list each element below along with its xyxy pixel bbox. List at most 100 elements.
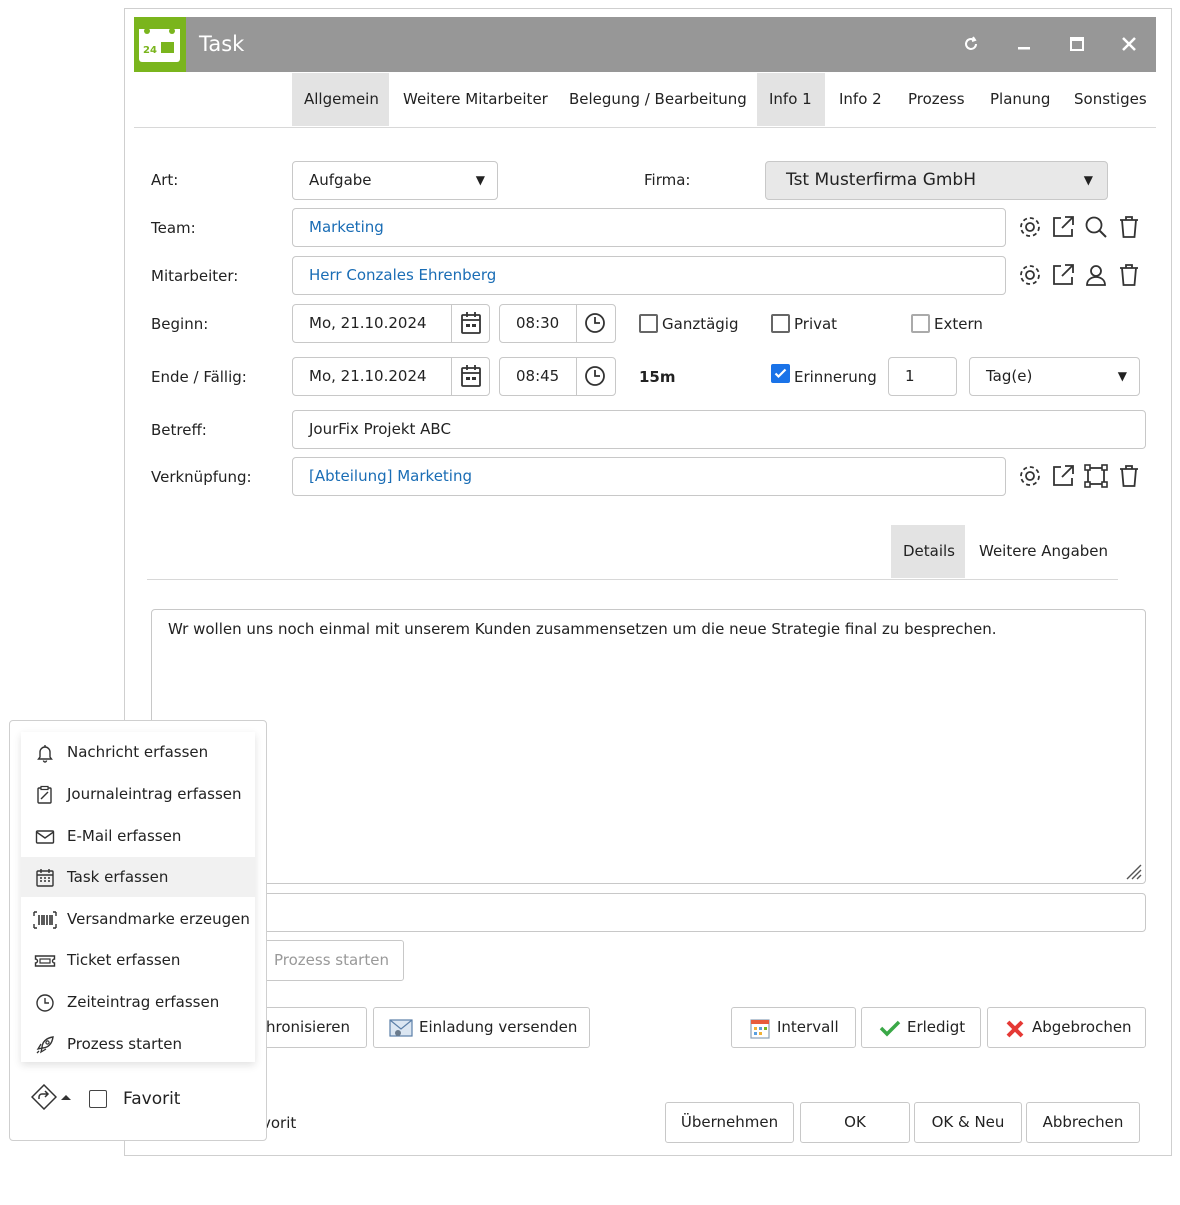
privat-checkbox[interactable] — [771, 314, 790, 333]
gear-icon[interactable] — [1017, 214, 1043, 240]
intervall-button[interactable]: Intervall — [731, 1007, 856, 1048]
caret-up-icon[interactable] — [60, 1093, 72, 1101]
extra-input[interactable] — [200, 893, 1146, 932]
menu-item-versandmarke[interactable]: Versandmarke erzeugen — [21, 899, 255, 939]
mitarbeiter-field[interactable]: Herr Conzales Ehrenberg — [292, 256, 1006, 295]
tab-planung[interactable]: Planung — [978, 73, 1062, 126]
maximize-button[interactable] — [1060, 27, 1094, 61]
art-select[interactable]: Aufgabe ▼ — [292, 161, 498, 200]
external-link-icon[interactable] — [1050, 262, 1076, 288]
refresh-button[interactable] — [954, 27, 988, 61]
gear-icon[interactable] — [1017, 262, 1043, 288]
beginn-time-value: 08:30 — [516, 314, 560, 332]
clock-icon[interactable] — [584, 312, 606, 334]
gear-icon[interactable] — [1017, 463, 1043, 489]
verknuepfung-field[interactable]: [Abteilung] Marketing — [292, 457, 1006, 496]
firma-label: Firma: — [644, 171, 691, 189]
checkmark-icon — [774, 368, 787, 379]
trash-icon[interactable] — [1116, 262, 1142, 288]
firma-select[interactable]: Tst Musterfirma GmbH ▼ — [765, 161, 1108, 200]
erinnerung-checkbox[interactable] — [771, 364, 790, 383]
favorit-checkbox[interactable] — [89, 1090, 107, 1108]
menu-item-label: Task erfassen — [67, 868, 169, 886]
beginn-label: Beginn: — [151, 315, 209, 333]
beginn-date-value: Mo, 21.10.2024 — [309, 314, 427, 332]
barcode-icon — [33, 911, 57, 929]
menu-item-email[interactable]: E-Mail erfassen — [21, 816, 255, 856]
calendar-icon[interactable] — [460, 311, 482, 335]
envelope-icon — [389, 1019, 413, 1037]
extern-checkbox[interactable] — [911, 314, 930, 333]
calendar-icon[interactable] — [460, 364, 482, 388]
ok-button[interactable]: OK — [800, 1102, 910, 1143]
team-field[interactable]: Marketing — [292, 208, 1006, 247]
divider — [451, 304, 452, 343]
ok-neu-button[interactable]: OK & Neu — [914, 1102, 1022, 1143]
mitarbeiter-label: Mitarbeiter: — [151, 267, 239, 285]
menu-item-label: Zeiteintrag erfassen — [67, 993, 220, 1011]
external-link-icon[interactable] — [1050, 463, 1076, 489]
app-calendar-icon: 24 — [134, 17, 186, 72]
search-icon[interactable] — [1083, 214, 1109, 240]
select-frame-icon[interactable] — [1083, 463, 1109, 489]
clock-icon[interactable] — [584, 365, 606, 387]
art-label: Art: — [151, 171, 179, 189]
mail-icon — [35, 830, 55, 844]
trash-icon[interactable] — [1116, 463, 1142, 489]
tab-belegung-bearbeitung[interactable]: Belegung / Bearbeitung — [557, 73, 759, 126]
share-diamond-icon[interactable] — [31, 1084, 57, 1110]
ganztaegig-label: Ganztägig — [662, 315, 739, 333]
tab-info-2[interactable]: Info 2 — [827, 73, 894, 126]
team-label: Team: — [151, 219, 196, 237]
ganztaegig-checkbox[interactable] — [639, 314, 658, 333]
ende-time-value: 08:45 — [516, 367, 560, 385]
subtab-weitere-angaben[interactable]: Weitere Angaben — [967, 525, 1120, 578]
verknuepfung-label: Verknüpfung: — [151, 468, 252, 486]
einladung-versenden-button[interactable]: Einladung versenden — [373, 1007, 590, 1048]
tab-weitere-mitarbeiter[interactable]: Weitere Mitarbeiter — [391, 73, 560, 126]
resize-handle-icon[interactable] — [1124, 862, 1142, 880]
intervall-label: Intervall — [777, 1018, 839, 1036]
svg-text:24: 24 — [143, 45, 157, 56]
bell-icon — [37, 745, 53, 763]
tab-prozess[interactable]: Prozess — [896, 73, 977, 126]
menu-item-journaleintrag[interactable]: Journaleintrag erfassen — [21, 774, 255, 814]
divider — [576, 357, 577, 396]
menu-item-label: Journaleintrag erfassen — [67, 785, 242, 803]
menu-item-zeiteintrag[interactable]: Zeiteintrag erfassen — [21, 982, 255, 1022]
abbrechen-button[interactable]: Abbrechen — [1026, 1102, 1140, 1143]
close-button[interactable] — [1112, 27, 1146, 61]
erinnerung-unit-select[interactable]: Tag(e) ▼ — [969, 357, 1140, 396]
trash-icon[interactable] — [1116, 214, 1142, 240]
erinnerung-amount-input[interactable]: 1 — [888, 357, 957, 396]
user-icon[interactable] — [1083, 262, 1109, 288]
subtab-details[interactable]: Details — [891, 525, 965, 578]
menu-item-task[interactable]: Task erfassen — [21, 857, 255, 897]
menu-item-label: Prozess starten — [67, 1035, 182, 1053]
divider — [451, 357, 452, 396]
betreff-input[interactable]: JourFix Projekt ABC — [292, 410, 1146, 449]
tab-allgemein[interactable]: Allgemein — [292, 73, 389, 126]
menu-item-prozess-starten[interactable]: Prozess starten — [21, 1024, 255, 1064]
menu-item-nachricht[interactable]: Nachricht erfassen — [21, 732, 255, 772]
checkmark-icon — [879, 1020, 901, 1037]
details-textarea[interactable]: Wr wollen uns noch einmal mit unserem Ku… — [151, 609, 1146, 884]
menu-item-ticket[interactable]: Ticket erfassen — [21, 940, 255, 980]
subtabs-divider — [147, 579, 1118, 580]
ende-label: Ende / Fällig: — [151, 368, 247, 386]
extern-label: Extern — [934, 315, 983, 333]
refresh-icon — [965, 36, 977, 50]
window-title: Task — [199, 32, 245, 56]
tab-sonstiges[interactable]: Sonstiges — [1062, 73, 1159, 126]
cross-icon — [1006, 1020, 1024, 1038]
erledigt-button[interactable]: Erledigt — [861, 1007, 981, 1048]
details-text: Wr wollen uns noch einmal mit unserem Ku… — [168, 620, 997, 638]
firma-value: Tst Musterfirma GmbH — [786, 170, 976, 190]
tabs-divider — [134, 127, 1156, 128]
external-link-icon[interactable] — [1050, 214, 1076, 240]
favorit-label: Favorit — [123, 1089, 181, 1109]
abgebrochen-button[interactable]: Abgebrochen — [987, 1007, 1146, 1048]
tab-info-1[interactable]: Info 1 — [757, 73, 825, 126]
minimize-button[interactable] — [1007, 27, 1041, 61]
uebernehmen-button[interactable]: Übernehmen — [665, 1102, 794, 1143]
